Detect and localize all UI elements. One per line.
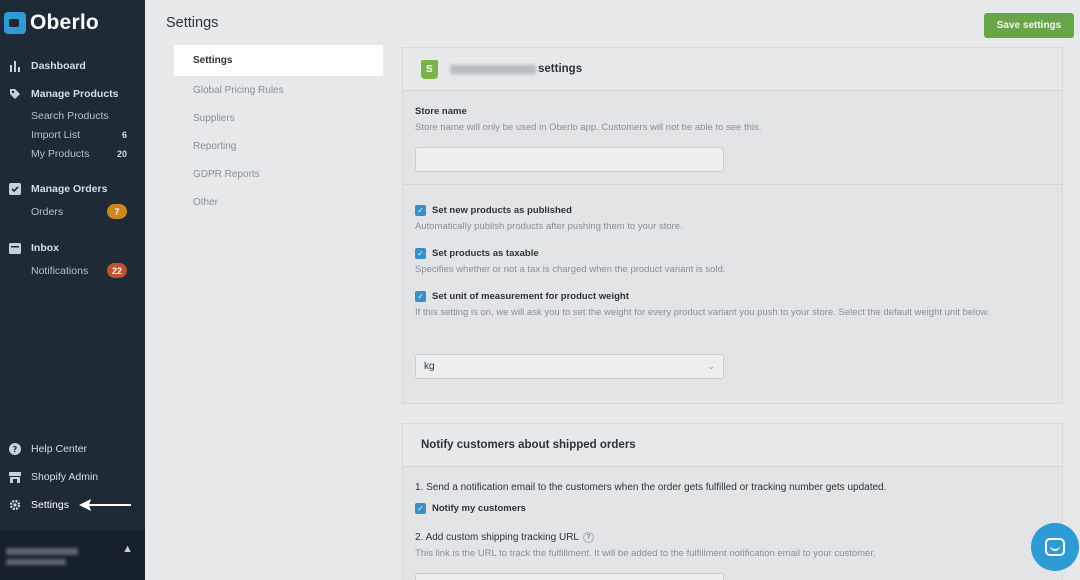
weight-unit-value: kg xyxy=(424,361,435,372)
sidebar-item-label: Import List xyxy=(31,128,81,141)
weight-unit-select[interactable]: kg ⌄ xyxy=(415,354,724,379)
tag-icon xyxy=(8,87,22,101)
oberlo-logo-icon xyxy=(4,12,26,34)
notify-customers-card: Notify customers about shipped orders 1.… xyxy=(402,423,1063,580)
tab-reporting[interactable]: Reporting xyxy=(174,132,383,160)
sidebar-item-manage-products[interactable]: Manage Products xyxy=(0,85,145,103)
tab-settings[interactable]: Settings xyxy=(174,45,383,76)
tracking-url-input[interactable] xyxy=(415,573,724,580)
oberlo-logo[interactable]: Oberlo xyxy=(4,11,99,35)
chat-support-button[interactable] xyxy=(1031,523,1079,571)
check-icon[interactable]: ✓ xyxy=(415,248,426,259)
notify-my-customers-label: Notify my customers xyxy=(432,503,526,514)
notify-customers-title: Notify customers about shipped orders xyxy=(403,424,1062,467)
sidebar-item-label: Settings xyxy=(31,499,69,511)
help-tooltip-icon[interactable]: ? xyxy=(582,532,594,543)
bar-chart-icon xyxy=(8,59,22,73)
notifications-count-badge: 22 xyxy=(106,263,127,278)
store-name-label: Store name xyxy=(415,106,467,117)
check-icon[interactable]: ✓ xyxy=(415,503,426,514)
app-name: Oberlo xyxy=(30,11,99,34)
taxable-label: Set products as taxable xyxy=(432,248,539,259)
tab-global-pricing-rules[interactable]: Global Pricing Rules xyxy=(174,76,383,104)
tab-suppliers[interactable]: Suppliers xyxy=(174,104,383,132)
notify-my-customers-option[interactable]: ✓ Notify my customers xyxy=(415,503,526,514)
sidebar-item-help-center[interactable]: ? Help Center xyxy=(0,440,145,458)
sidebar-item-my-products[interactable]: My Products 20 xyxy=(0,144,145,163)
blurred-store xyxy=(6,559,66,565)
sidebar-item-manage-orders[interactable]: Manage Orders xyxy=(0,180,145,198)
chevron-down-icon: ⌄ xyxy=(707,361,715,371)
checkbox-icon xyxy=(8,182,22,196)
notify-step-2-label: 2. Add custom shipping tracking URL xyxy=(415,532,579,543)
sidebar-item-inbox[interactable]: Inbox xyxy=(0,239,145,257)
divider xyxy=(403,184,1062,185)
svg-text:?: ? xyxy=(13,445,18,454)
published-help: Automatically publish products after pus… xyxy=(415,221,683,232)
notify-step-1: 1. Send a notification email to the cust… xyxy=(415,482,887,493)
sidebar-item-label: Orders xyxy=(31,205,64,218)
store-settings-header: settings xyxy=(403,48,1062,91)
blurred-store-name xyxy=(450,64,536,74)
user-account-bar[interactable]: ▲ xyxy=(0,530,145,580)
sidebar-item-label: Shopify Admin xyxy=(31,471,99,483)
store-icon xyxy=(8,470,22,484)
weight-unit-option[interactable]: ✓ Set unit of measurement for product we… xyxy=(415,291,629,302)
inbox-icon xyxy=(8,241,22,255)
published-option[interactable]: ✓ Set new products as published xyxy=(415,205,572,216)
sidebar-item-label: My Products xyxy=(31,147,90,160)
settings-nav: Settings Global Pricing Rules Suppliers … xyxy=(174,45,383,216)
my-products-count: 20 xyxy=(116,148,127,159)
sidebar-item-label: Manage Products xyxy=(31,88,119,100)
tab-gdpr-reports[interactable]: GDPR Reports xyxy=(174,160,383,188)
taxable-help: Specifies whether or not a tax is charge… xyxy=(415,264,726,275)
store-name-input[interactable] xyxy=(415,147,724,172)
notify-step-2-help: This link is the URL to track the fulfil… xyxy=(415,548,876,559)
sidebar-item-label: Inbox xyxy=(31,242,59,254)
sidebar-item-orders[interactable]: Orders 7 xyxy=(0,202,145,221)
gear-icon xyxy=(8,498,22,512)
store-name-help: Store name will only be used in Oberlo a… xyxy=(415,122,762,133)
tab-other[interactable]: Other xyxy=(174,188,383,216)
sidebar: Oberlo Dashboard Manage Products Search … xyxy=(0,0,145,580)
help-circle-icon: ? xyxy=(8,442,22,456)
sidebar-item-label: Help Center xyxy=(31,443,88,455)
import-list-count: 6 xyxy=(121,129,127,140)
shopify-bag-icon xyxy=(421,59,438,79)
sidebar-item-shopify-admin[interactable]: Shopify Admin xyxy=(0,468,145,486)
published-label: Set new products as published xyxy=(432,205,572,216)
sidebar-item-import-list[interactable]: Import List 6 xyxy=(0,125,145,144)
weight-unit-help: If this setting is on, we will ask you t… xyxy=(415,307,990,318)
blurred-username xyxy=(6,548,78,555)
store-settings-title: settings xyxy=(538,63,583,75)
weight-unit-label: Set unit of measurement for product weig… xyxy=(432,291,629,302)
chevron-up-icon[interactable]: ▲ xyxy=(122,543,133,555)
sidebar-item-label: Notifications xyxy=(31,264,89,277)
chat-icon xyxy=(1045,538,1065,556)
page-title: Settings xyxy=(166,15,219,31)
sidebar-item-search-products[interactable]: Search Products xyxy=(0,106,145,125)
sidebar-item-label: Manage Orders xyxy=(31,183,108,195)
sidebar-item-label: Dashboard xyxy=(31,60,86,72)
sidebar-item-dashboard[interactable]: Dashboard xyxy=(0,57,145,75)
notify-step-2: 2. Add custom shipping tracking URL ? xyxy=(415,532,594,543)
sidebar-item-notifications[interactable]: Notifications 22 xyxy=(0,261,145,280)
save-settings-button[interactable]: Save settings xyxy=(984,13,1074,38)
sidebar-item-label: Search Products xyxy=(31,109,109,122)
store-settings-card: settings Store name Store name will only… xyxy=(402,47,1063,404)
check-icon[interactable]: ✓ xyxy=(415,205,426,216)
orders-count-badge: 7 xyxy=(107,204,127,219)
pointer-arrow-icon xyxy=(79,499,131,511)
check-icon[interactable]: ✓ xyxy=(415,291,426,302)
taxable-option[interactable]: ✓ Set products as taxable xyxy=(415,248,539,259)
